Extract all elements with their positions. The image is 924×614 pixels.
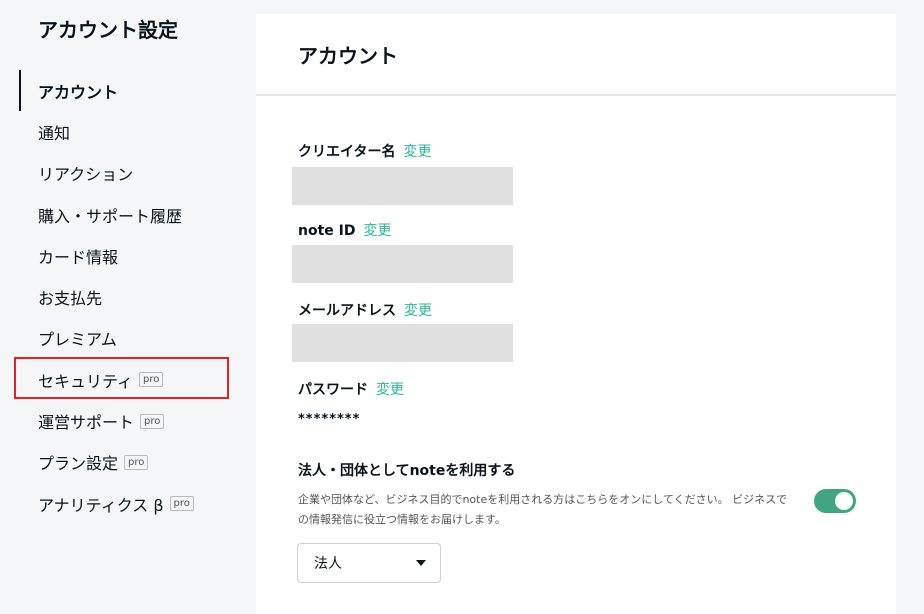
- corporate-use-toggle[interactable]: [814, 489, 856, 513]
- sidebar-item-security[interactable]: セキュリティ pro: [0, 359, 256, 400]
- email-value: [292, 324, 513, 362]
- sidebar-title: アカウント設定: [38, 18, 178, 42]
- sidebar-item-label: セキュリティ: [38, 371, 134, 391]
- corporate-use-title: 法人・団体としてnoteを利用する: [298, 463, 516, 479]
- entity-type-value: 法人: [314, 556, 342, 572]
- sidebar-item-label: 購入・サポート履歴: [38, 206, 183, 226]
- entity-type-select[interactable]: 法人: [297, 543, 441, 583]
- password-value: ********: [298, 412, 361, 427]
- sidebar-nav: アカウント 通知 リアクション 購入・サポート履歴 カード情報 お支払先 プレミ…: [0, 70, 256, 524]
- sidebar-item-label: プレミアム: [38, 330, 117, 350]
- sidebar-item-reactions[interactable]: リアクション: [0, 153, 256, 194]
- pro-badge: pro: [140, 413, 165, 429]
- password-label: パスワード: [298, 382, 368, 398]
- pro-badge: pro: [124, 454, 149, 470]
- email-label: メールアドレス: [298, 303, 396, 319]
- sidebar: アカウント設定 アカウント 通知 リアクション 購入・サポート履歴 カード情報 …: [0, 0, 256, 601]
- toggle-knob: [835, 492, 853, 510]
- caret-down-icon: [416, 560, 426, 566]
- sidebar-item-label: カード情報: [38, 247, 119, 267]
- sidebar-item-notifications[interactable]: 通知: [0, 111, 256, 152]
- sidebar-item-card-info[interactable]: カード情報: [0, 235, 256, 276]
- creator-name-row: クリエイター名 変更: [298, 141, 431, 161]
- sidebar-item-plan-settings[interactable]: プラン設定 pro: [0, 442, 256, 483]
- email-row: メールアドレス 変更: [298, 300, 432, 320]
- creator-name-change-link[interactable]: 変更: [403, 141, 431, 161]
- creator-name-value: [292, 167, 513, 205]
- email-change-link[interactable]: 変更: [404, 300, 432, 320]
- page-title: アカウント: [298, 43, 398, 68]
- sidebar-item-label: プラン設定: [38, 454, 119, 474]
- sidebar-item-analytics[interactable]: アナリティクス β pro: [0, 483, 256, 524]
- sidebar-item-label: アカウント: [38, 82, 119, 102]
- password-change-link[interactable]: 変更: [376, 379, 404, 399]
- main-panel: アカウント クリエイター名 変更 note ID 変更 メールアドレス 変更 パスワー…: [256, 14, 896, 614]
- sidebar-item-account[interactable]: アカウント: [0, 70, 256, 112]
- sidebar-item-label: リアクション: [38, 165, 134, 185]
- pro-badge: pro: [139, 372, 164, 388]
- sidebar-item-premium[interactable]: プレミアム: [0, 318, 256, 359]
- creator-name-label: クリエイター名: [298, 144, 396, 160]
- sidebar-item-label: アナリティクス β: [38, 495, 164, 515]
- note-id-value: [292, 245, 513, 283]
- sidebar-item-operation-support[interactable]: 運営サポート pro: [0, 400, 256, 441]
- pro-badge: pro: [169, 496, 194, 512]
- corporate-use-description: 企業や団体など、ビジネス目的でnoteを利用される方はこちらをオンにしてください…: [298, 493, 788, 526]
- note-id-change-link[interactable]: 変更: [363, 220, 391, 240]
- main-header: アカウント: [256, 14, 896, 96]
- sidebar-item-label: 運営サポート: [38, 413, 135, 433]
- note-id-label: note ID: [298, 223, 356, 239]
- password-row: パスワード 変更: [298, 379, 404, 399]
- sidebar-item-label: 通知: [38, 123, 71, 143]
- note-id-row: note ID 変更: [298, 220, 391, 240]
- sidebar-item-purchase-history[interactable]: 購入・サポート履歴: [0, 194, 256, 235]
- sidebar-item-payee[interactable]: お支払先: [0, 276, 256, 317]
- sidebar-item-label: お支払先: [38, 289, 103, 309]
